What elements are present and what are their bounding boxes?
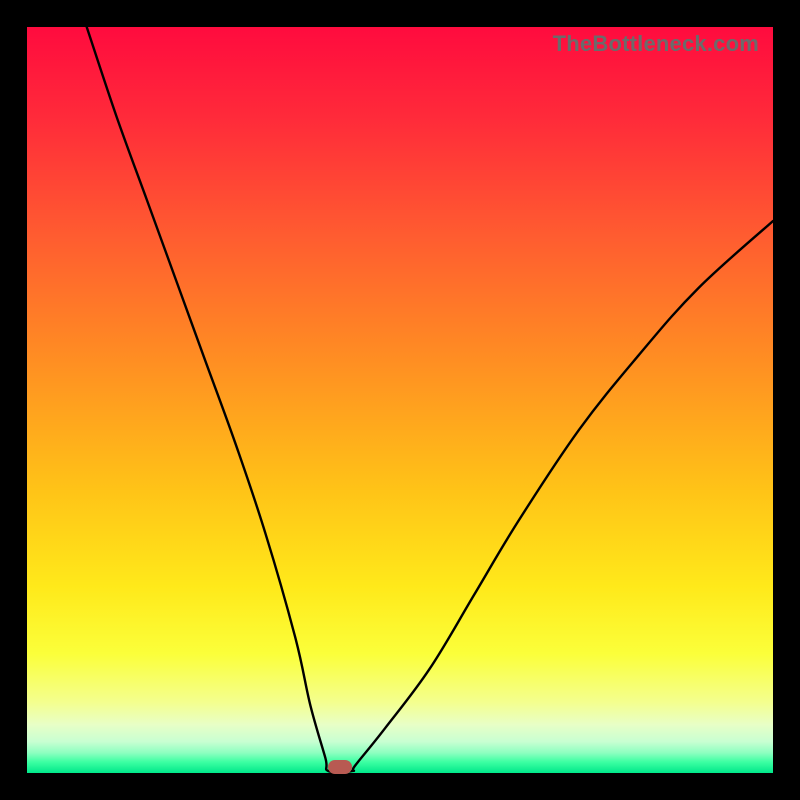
background-gradient xyxy=(27,27,773,773)
optimum-marker xyxy=(328,760,352,774)
watermark-text: TheBottleneck.com xyxy=(553,31,759,57)
plot-area: TheBottleneck.com xyxy=(27,27,773,773)
chart-frame: TheBottleneck.com xyxy=(0,0,800,800)
